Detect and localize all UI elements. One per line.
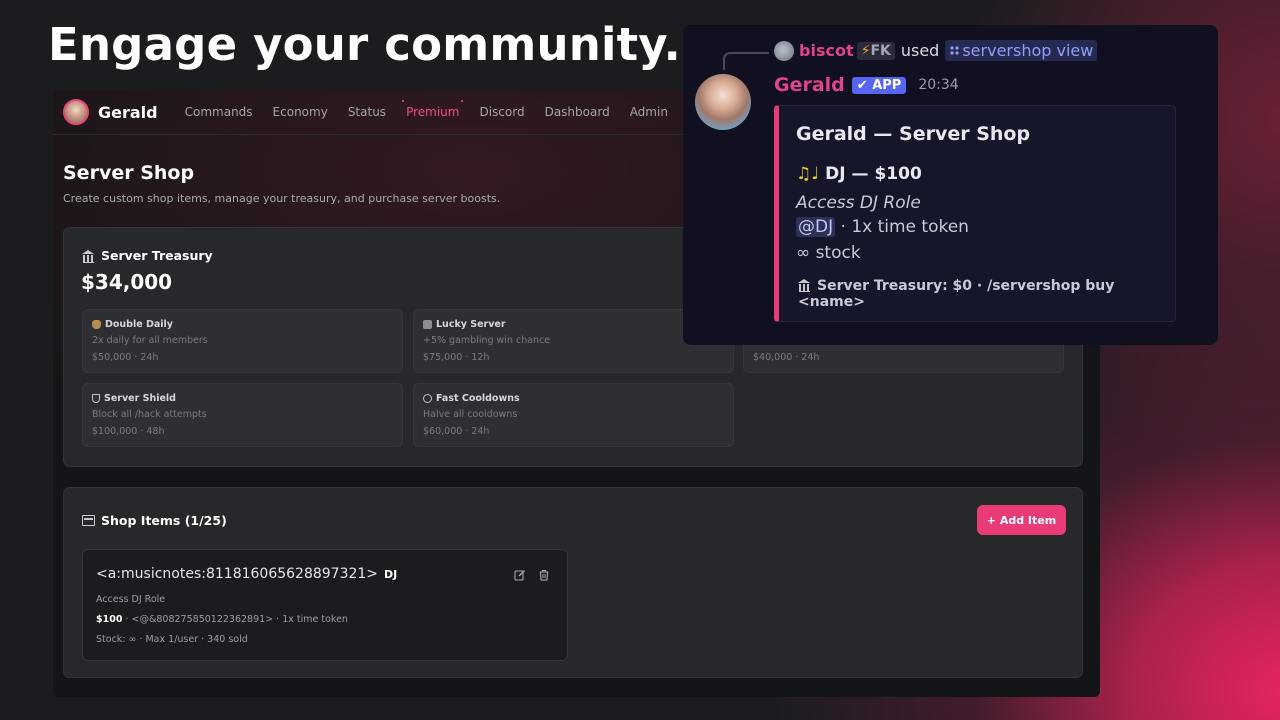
embed-role-line: @DJ · 1x time token [796,217,969,237]
page-title: Server Shop [63,162,195,184]
item-description: Access DJ Role [96,594,166,605]
bolt-icon: ⚡ [860,42,871,59]
shop-items-card: Shop Items (1/25) + Add Item <a:musicnot… [63,487,1083,678]
reply-connector [723,52,769,70]
item-stock: Stock: ∞ · Max 1/user · 340 sold [96,634,248,645]
embed-footer-text: Server Treasury: $0 · /servershop buy <n… [798,278,1115,310]
trash-icon[interactable] [538,569,550,581]
boost-desc: +5% gambling win chance [423,335,551,346]
boost-price: $60,000 · 24h [423,426,490,437]
reply-used-text: used [900,41,940,60]
boost-name-text: Fast Cooldowns [436,393,520,404]
role-mention[interactable]: @DJ [796,217,836,237]
edit-icon[interactable] [514,569,526,581]
boost-name: Lucky Server [423,319,506,330]
message-author: Gerald ✔ APP 20:34 [774,74,959,96]
command-name: servershop view [962,41,1094,60]
boost-desc: Block all /hack attempts [92,409,207,420]
dice-icon [423,320,432,329]
brand[interactable]: Gerald [63,99,158,125]
nav-links: Commands Economy Status Premium Discord … [185,100,688,119]
nav-discord[interactable]: Discord [479,105,524,119]
boost-name-text: Double Daily [105,319,173,330]
brand-name: Gerald [98,102,158,122]
nav-dashboard[interactable]: Dashboard [545,105,610,119]
treasury-amount: $34,000 [81,270,173,294]
clock-icon [423,394,432,403]
embed-role-rest: · 1x time token [835,217,969,237]
boost-name: Server Shield [92,393,176,404]
message-embed: Gerald — Server Shop ♫♩ DJ — $100 Access… [774,105,1176,322]
embed-item-text: DJ — $100 [819,164,922,184]
boost-desc: 2x daily for all members [92,335,208,346]
boost-double-daily[interactable]: Double Daily 2x daily for all members $5… [82,309,403,373]
boost-name: Double Daily [92,319,173,330]
author-name[interactable]: Gerald [774,74,845,96]
reply-avatar [774,40,794,61]
app-badge-text: APP [872,77,902,93]
avatar [63,99,89,125]
reply-username[interactable]: biscot [799,41,854,60]
shop-title-text: Shop Items (1/25) [101,513,227,528]
reply-guild-tag: ⚡FK [856,41,895,60]
headline: Engage your community. [48,18,681,71]
bot-avatar[interactable] [695,74,751,130]
nav-admin[interactable]: Admin [630,105,668,119]
nav-economy[interactable]: Economy [273,105,328,119]
embed-title: Gerald — Server Shop [796,123,1031,145]
slash-command-pill[interactable]: servershop view [945,40,1098,61]
command-grid-icon [950,46,959,55]
boost-name-text: Server Shield [104,393,176,404]
embed-footer: Server Treasury: $0 · /servershop buy <n… [798,278,1175,310]
boost-name-text: Lucky Server [436,319,506,330]
discord-message-panel: biscot ⚡FK used servershop view Gerald ✔… [683,25,1218,345]
item-name: DJ [384,568,398,581]
item-meta: $100 · <@&808275850122362891> · 1x time … [96,614,348,625]
item-header: <a:musicnotes:811816065628897321> DJ [96,566,397,582]
nav-status[interactable]: Status [348,105,386,119]
bank-icon [82,249,95,263]
embed-stock: ∞ stock [796,243,861,263]
treasury-title: Server Treasury [82,248,213,263]
app-badge: ✔ APP [851,76,907,94]
message-timestamp: 20:34 [918,77,959,93]
money-bag-icon [92,320,101,329]
reply-context[interactable]: biscot ⚡FK used servershop view [774,40,1098,61]
page-subtitle: Create custom shop items, manage your tr… [63,192,501,205]
shop-title: Shop Items (1/25) [82,513,227,528]
music-notes-icon: ♫♩ [796,164,820,184]
boost-desc: Halve all cooldowns [423,409,518,420]
boost-price: $40,000 · 24h [753,352,820,363]
boost-price: $100,000 · 48h [92,426,165,437]
reply-tag-text: FK [870,42,891,59]
shield-icon [92,394,100,403]
boost-price: $50,000 · 24h [92,352,159,363]
item-meta-text: · <@&808275850122362891> · 1x time token [122,614,348,625]
boost-server-shield[interactable]: Server Shield Block all /hack attempts $… [82,383,403,447]
store-icon [82,515,95,526]
boost-fast-cooldowns[interactable]: Fast Cooldowns Halve all cooldowns $60,0… [413,383,734,447]
nav-premium[interactable]: Premium [402,100,464,119]
bank-icon [798,279,811,292]
embed-item: ♫♩ DJ — $100 [796,164,922,184]
add-item-button[interactable]: + Add Item [977,505,1066,535]
treasury-title-text: Server Treasury [101,248,213,263]
item-price: $100 [96,614,123,625]
item-emoji-code: <a:musicnotes:811816065628897321> [96,566,379,582]
shop-item-card[interactable]: <a:musicnotes:811816065628897321> DJ Acce… [82,549,568,661]
embed-description: Access DJ Role [796,193,921,213]
boost-price: $75,000 · 12h [423,352,490,363]
nav-commands[interactable]: Commands [185,105,253,119]
boost-name: Fast Cooldowns [423,393,520,404]
